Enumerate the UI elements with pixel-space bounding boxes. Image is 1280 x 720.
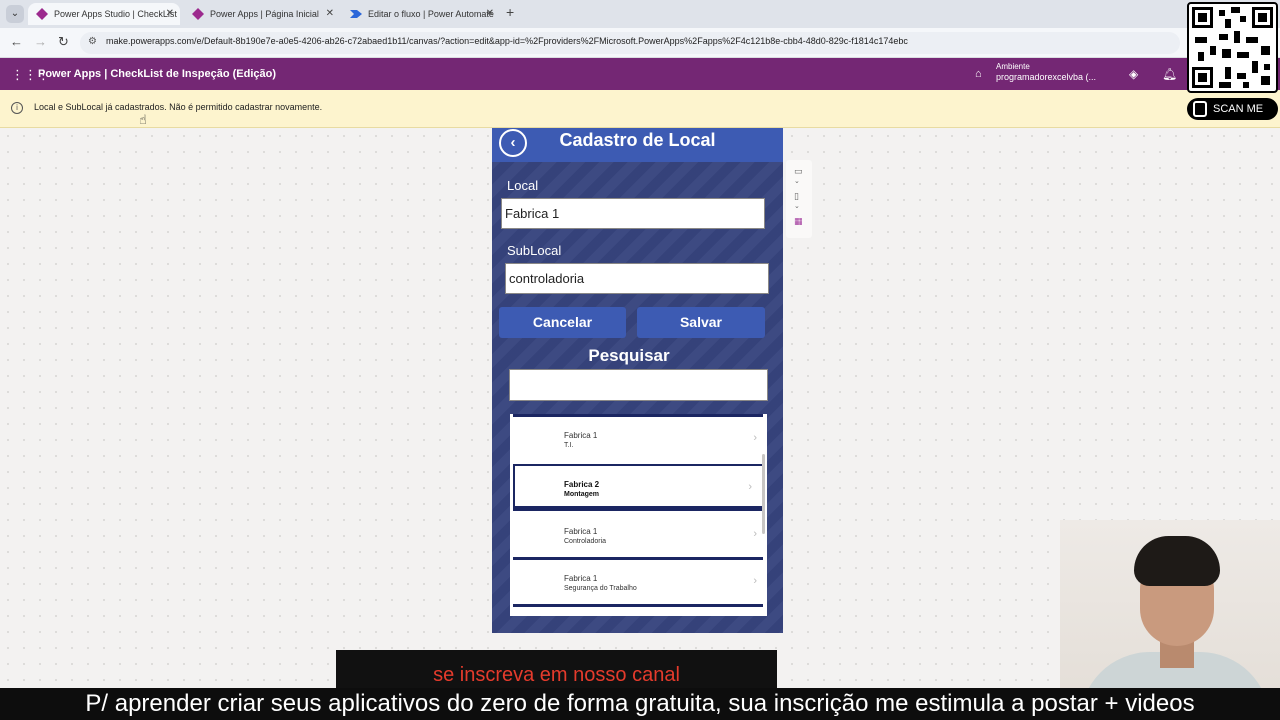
local-label: Local: [507, 178, 539, 193]
chevron-right-icon[interactable]: ›: [753, 575, 757, 587]
powerapps-icon: [192, 8, 204, 20]
app-title: Power Apps | CheckList de Inspeção (Ediç…: [38, 68, 277, 80]
environment-label: Ambiente: [996, 62, 1030, 71]
powerapps-header: ⋮⋮⋮ Power Apps | CheckList de Inspeção (…: [0, 58, 1280, 90]
presenter-hair: [1134, 536, 1220, 586]
environment-icon: ⌂: [975, 68, 982, 80]
save-button[interactable]: Salvar: [637, 307, 765, 338]
url-field[interactable]: ⚙ make.powerapps.com/e/Default-8b190e7e-…: [80, 32, 1180, 54]
chevron-down-icon[interactable]: ⌄: [794, 202, 800, 210]
scan-me-badge: SCAN ME: [1187, 98, 1278, 120]
calendar-icon[interactable]: ▦: [794, 216, 803, 227]
powerapps-icon: [36, 8, 48, 20]
gallery-item-sublocal: Controladoria: [564, 538, 607, 545]
tab-search-icon[interactable]: ⌄: [6, 5, 24, 23]
power-automate-icon: [350, 10, 362, 18]
new-tab-icon[interactable]: +: [506, 4, 514, 20]
browser-tab-powerapps-studio[interactable]: Power Apps Studio | CheckList ✕: [28, 3, 180, 25]
chevron-down-icon[interactable]: ⌄: [794, 177, 800, 185]
hand-cursor-icon: ☝: [139, 112, 147, 127]
close-tab-icon[interactable]: ✕: [486, 3, 494, 25]
gallery-item-sublocal: Segurança do Trabalho: [564, 585, 637, 592]
gallery-scrollbar[interactable]: [762, 454, 765, 534]
environment-selector[interactable]: programadorexcelvba (...: [996, 72, 1096, 82]
sublocal-input[interactable]: controladoria: [505, 263, 769, 294]
local-input[interactable]: Fabrica 1: [501, 198, 765, 229]
gallery-item[interactable]: Fabrica 1 T.I. ›: [510, 417, 767, 464]
chevron-left-icon: ‹: [510, 134, 516, 151]
copilot-icon[interactable]: ◈: [1129, 67, 1138, 81]
gallery-item-local: Fabrica 1: [564, 527, 598, 536]
notification-message: Local e SubLocal já cadastrados. Não é p…: [34, 102, 323, 112]
browser-tab-pagina-inicial[interactable]: Power Apps | Página Inicial ✕: [184, 3, 340, 25]
phone-view-icon[interactable]: ▯: [794, 191, 799, 202]
tab-title: Editar o fluxo | Power Automate: [368, 9, 494, 19]
chevron-right-icon[interactable]: ›: [753, 528, 757, 540]
cancel-button[interactable]: Cancelar: [499, 307, 626, 338]
gallery-item[interactable]: Fabrica 1 Segurança do Trabalho ›: [510, 560, 767, 607]
back-icon[interactable]: ←: [10, 34, 23, 49]
search-input[interactable]: [509, 369, 768, 401]
url-text: make.powerapps.com/e/Default-8b190e7e-a0…: [106, 36, 908, 46]
search-title: Pesquisar: [588, 346, 670, 365]
gallery-item-sublocal: Montagem: [564, 491, 599, 498]
gallery-item-local: Fabrica 1: [564, 431, 598, 440]
info-icon: i: [11, 102, 23, 114]
phone-icon: [1193, 101, 1207, 117]
locations-gallery[interactable]: Fabrica 1 T.I. › Fabrica 2 Montagem › Fa…: [510, 414, 767, 616]
qr-code: [1187, 2, 1278, 93]
gallery-separator: [513, 604, 763, 607]
app-screen-header: Cadastro de Local ‹: [492, 128, 783, 162]
scan-me-label: SCAN ME: [1213, 103, 1264, 115]
gallery-item-sublocal: T.I.: [564, 442, 574, 449]
forward-icon[interactable]: →: [34, 34, 47, 49]
tab-title: Power Apps Studio | CheckList: [54, 9, 177, 19]
back-button[interactable]: ‹: [499, 129, 527, 157]
chevron-right-icon[interactable]: ›: [753, 432, 757, 444]
reload-icon[interactable]: ↻: [58, 34, 69, 50]
site-info-icon[interactable]: ⚙: [88, 36, 97, 47]
close-tab-icon[interactable]: ✕: [326, 3, 334, 25]
chevron-right-icon[interactable]: ›: [748, 481, 752, 493]
browser-tab-power-automate[interactable]: Editar o fluxo | Power Automate ✕: [342, 3, 500, 25]
gallery-item-local: Fabrica 2: [564, 480, 600, 489]
tablet-view-icon[interactable]: ▭: [794, 166, 803, 177]
gallery-item-local: Fabrica 1: [564, 574, 598, 583]
gallery-separator: [513, 506, 764, 509]
close-tab-icon[interactable]: ✕: [166, 3, 174, 25]
sublocal-label: SubLocal: [507, 243, 562, 258]
subtitle-subscribe: se inscreva em nosso canal: [433, 664, 680, 686]
address-bar: ← → ↻ ⚙ make.powerapps.com/e/Default-8b1…: [0, 28, 1280, 58]
subtitle-caption: P/ aprender criar seus aplicativos do ze…: [85, 690, 1195, 717]
notification-bar: i Local e SubLocal já cadastrados. Não é…: [0, 90, 1280, 128]
notifications-bell-icon[interactable]: 🔔︎: [1162, 67, 1177, 81]
gallery-item[interactable]: Fabrica 1 Controladoria ›: [510, 513, 767, 560]
screen-size-toolbar: ▭ ⌄ ▯ ⌄ ▦: [786, 160, 812, 238]
tab-title: Power Apps | Página Inicial: [210, 9, 319, 19]
app-screen-cadastro-local: Cadastro de Local ‹ Local Fabrica 1 SubL…: [492, 128, 783, 633]
gallery-item-selected[interactable]: Fabrica 2 Montagem ›: [513, 464, 764, 511]
browser-tab-strip: ⌄ Power Apps Studio | CheckList ✕ Power …: [0, 0, 1280, 28]
screen-title: Cadastro de Local: [559, 130, 716, 150]
